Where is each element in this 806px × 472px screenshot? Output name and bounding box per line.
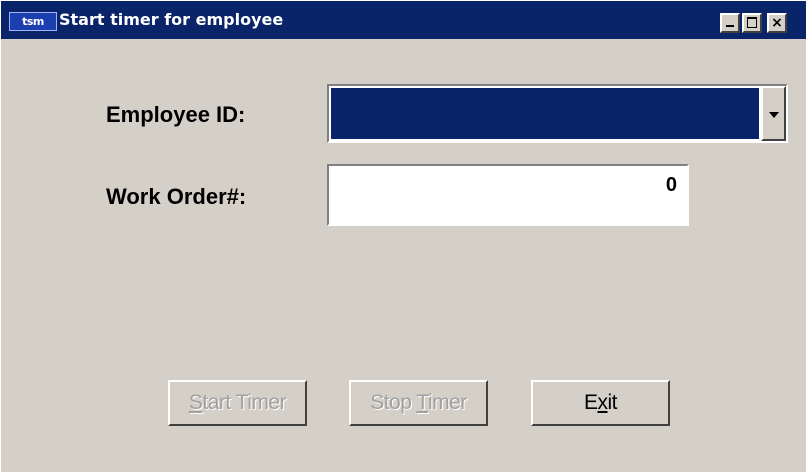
window-title: Start timer for employee: [59, 10, 284, 29]
work-order-label: Work Order#:: [106, 184, 247, 209]
employee-id-label: Employee ID:: [106, 102, 246, 127]
stop-timer-button[interactable]: Stop Timer: [349, 380, 488, 426]
button-label: Exit: [583, 391, 618, 414]
employee-id-selected-value[interactable]: [331, 88, 759, 139]
button-label: Stop Timer: [370, 391, 467, 414]
dropdown-button[interactable]: [761, 86, 786, 141]
button-label: Start Timer: [188, 391, 287, 414]
chevron-down-icon: [769, 112, 779, 118]
dialog-window: tsm Start timer for employee × Employee …: [0, 0, 806, 472]
close-button[interactable]: ×: [767, 13, 787, 33]
maximize-icon: [747, 17, 757, 28]
employee-id-combobox[interactable]: [327, 84, 788, 143]
minimize-icon: [726, 25, 734, 27]
start-timer-button[interactable]: Start Timer: [168, 380, 307, 426]
work-order-field[interactable]: 0: [327, 164, 689, 226]
maximize-button[interactable]: [742, 13, 762, 33]
minimize-button[interactable]: [720, 13, 740, 33]
close-icon: ×: [771, 15, 783, 31]
title-bar[interactable]: tsm Start timer for employee ×: [1, 1, 806, 39]
exit-button[interactable]: Exit: [531, 380, 670, 426]
app-icon[interactable]: tsm: [9, 12, 57, 31]
